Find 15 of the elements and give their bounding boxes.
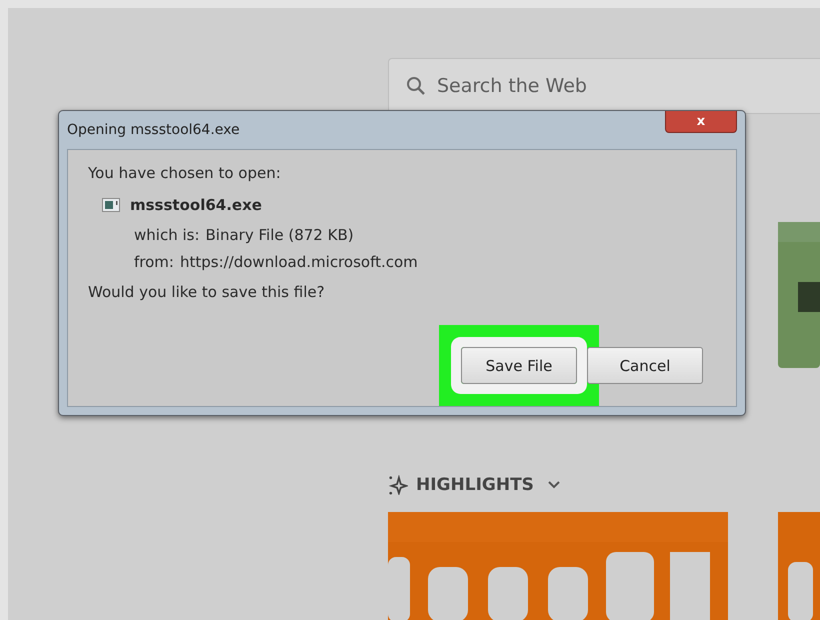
chevron-down-icon[interactable]: [548, 481, 560, 489]
intro-text: You have chosen to open:: [88, 164, 282, 182]
search-field[interactable]: Search the Web: [388, 58, 820, 114]
highlights-heading: HIGHLIGHTS: [416, 475, 534, 495]
window-title: Opening mssstool64.exe: [67, 122, 240, 138]
detail-value: Binary File (872 KB): [206, 226, 354, 244]
detail-label: from:: [134, 253, 174, 271]
close-button[interactable]: x: [665, 111, 737, 133]
detail-label: which is:: [134, 226, 200, 244]
file-icon: [102, 198, 120, 212]
question-text: Would you like to save this file?: [88, 283, 326, 301]
detail-value: https://download.microsoft.com: [180, 253, 418, 271]
cancel-button[interactable]: Cancel: [587, 347, 703, 384]
file-name: mssstool64.exe: [130, 196, 262, 214]
sparkle-icon: [388, 475, 408, 495]
